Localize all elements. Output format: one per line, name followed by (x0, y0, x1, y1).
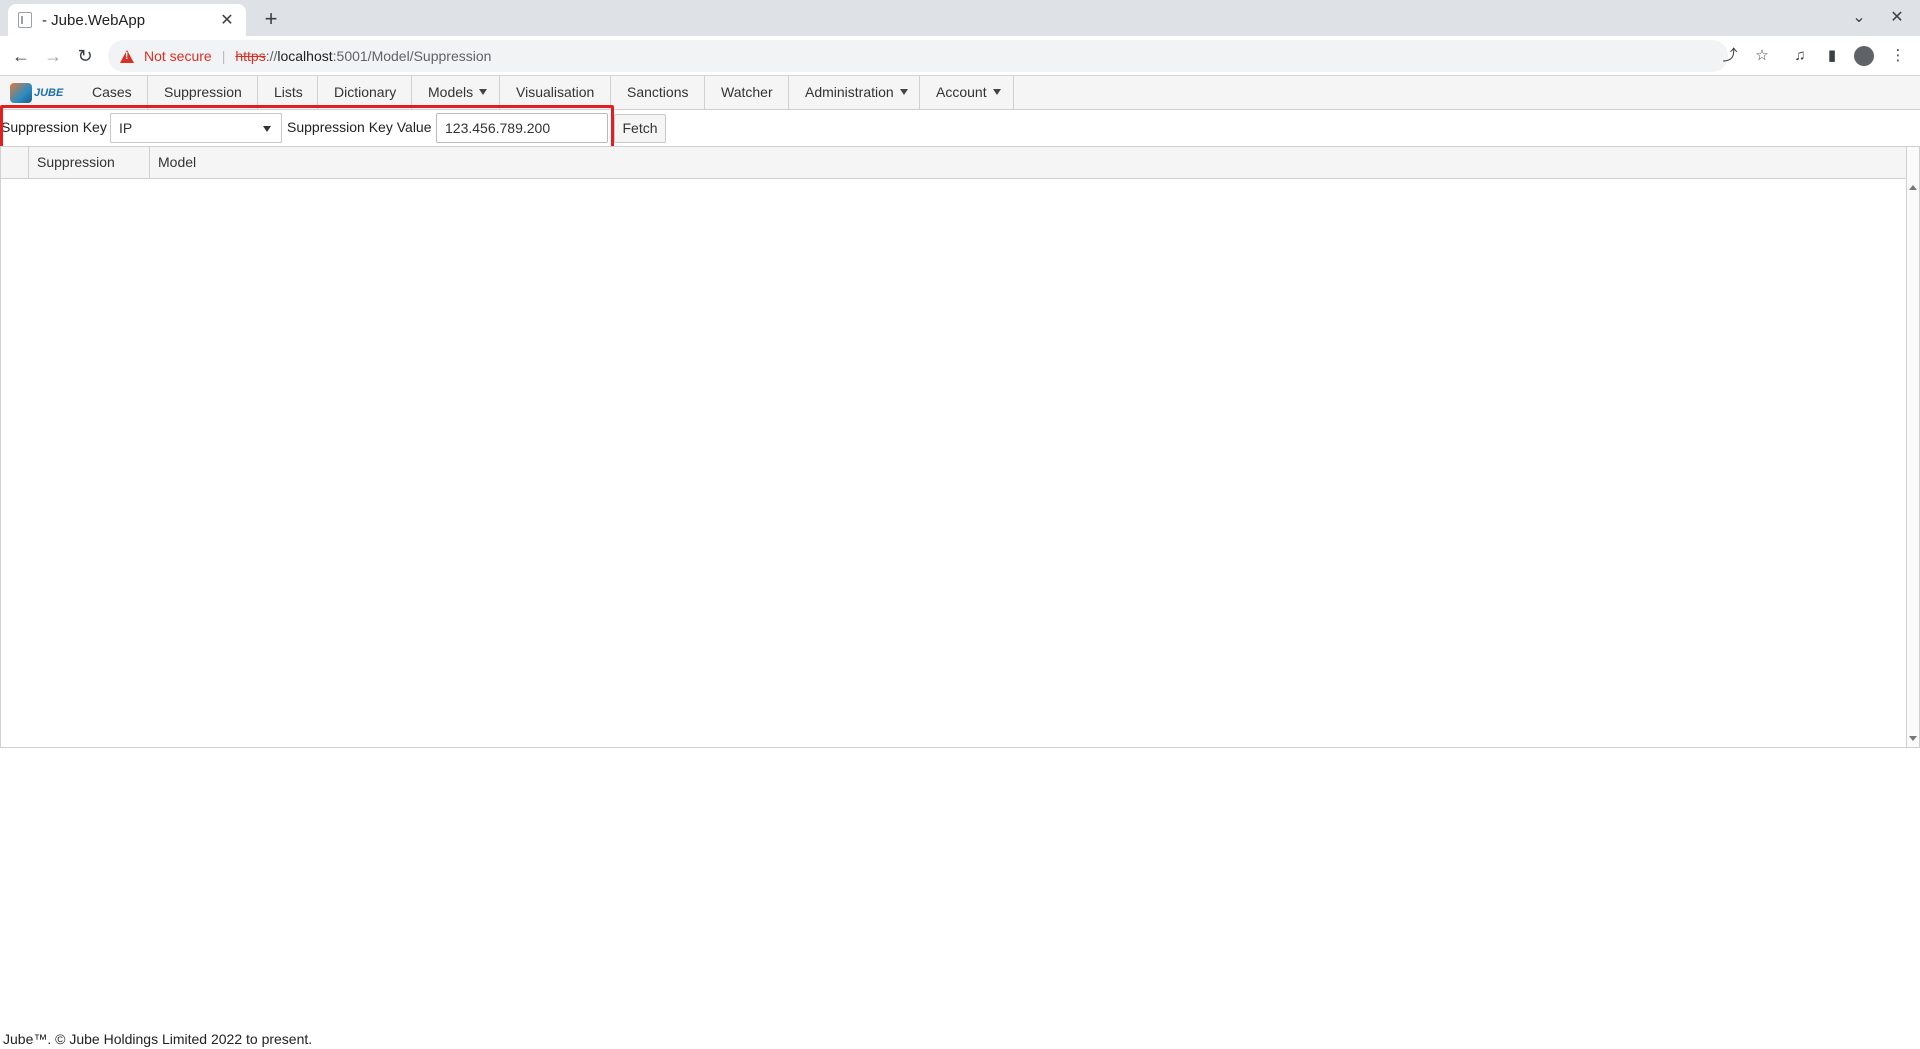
menu-label: Dictionary (334, 84, 397, 100)
profile-avatar-icon[interactable] (1854, 46, 1874, 66)
url-host: localhost (277, 48, 333, 64)
suppression-key-value-input[interactable] (436, 113, 608, 143)
security-status[interactable]: Not secure (144, 48, 212, 64)
fetch-button[interactable]: Fetch (614, 114, 666, 143)
menu-label: Watcher (721, 84, 773, 100)
address-bar[interactable]: Not secure | https://localhost:5001/Mode… (108, 40, 1728, 72)
menu-label: Cases (92, 84, 132, 100)
window-close-icon[interactable]: ✕ (1884, 6, 1910, 30)
menu-label: Models (428, 84, 474, 100)
suppression-key-label: Suppression Key (1, 119, 107, 135)
menu-label: Account (936, 84, 987, 100)
column-suppression[interactable]: Suppression (29, 147, 150, 178)
page-footer: Jube™. © Jube Holdings Limited 2022 to p… (3, 1031, 313, 1047)
grid-scrollbar[interactable] (1906, 147, 1919, 747)
forward-icon[interactable]: → (40, 43, 66, 69)
suppression-grid: Suppression Model (0, 146, 1920, 748)
page-icon (18, 12, 32, 28)
menu-account[interactable]: Account (920, 76, 1014, 109)
menu-label: Administration (805, 84, 894, 100)
chevron-down-icon (263, 126, 271, 132)
url-scheme-separator: :// (265, 48, 278, 64)
address-separator: | (221, 48, 226, 64)
caret-down-icon (479, 89, 488, 96)
scroll-down-icon[interactable] (1909, 736, 1917, 741)
browser-tabstrip: - Jube.WebApp ✕ + ⌄ ✕ (0, 0, 1920, 36)
menu-cases[interactable]: Cases (76, 76, 148, 109)
menu-watcher[interactable]: Watcher (705, 76, 789, 109)
logo-text: JUBE (34, 87, 64, 99)
menu-sanctions[interactable]: Sanctions (611, 76, 705, 109)
column-model[interactable]: Model (150, 147, 1907, 178)
menu-label: Visualisation (516, 84, 595, 100)
menu-dictionary[interactable]: Dictionary (318, 76, 412, 109)
media-icon[interactable]: ♫ (1788, 44, 1812, 68)
menu-label: Lists (274, 84, 303, 100)
share-icon[interactable]: ⤴ (1718, 44, 1742, 68)
suppression-key-selected: IP (119, 120, 133, 136)
chevron-down-icon[interactable]: ⌄ (1846, 6, 1872, 30)
side-panel-icon[interactable]: ▮ (1820, 44, 1844, 68)
caret-down-icon (899, 89, 908, 96)
browser-toolbar: ← → ↻ Not secure | https://localhost:500… (0, 36, 1920, 76)
grid-header: Suppression Model (1, 147, 1907, 179)
suppression-filter-bar: Suppression Key IP Suppression Key Value… (0, 110, 1920, 146)
menu-suppression[interactable]: Suppression (148, 76, 258, 109)
menu-visualisation[interactable]: Visualisation (500, 76, 611, 109)
caret-down-icon (992, 89, 1001, 96)
jube-logo[interactable]: JUBE (10, 82, 66, 104)
new-tab-button[interactable]: + (258, 6, 284, 32)
suppression-key-select[interactable]: IP (110, 113, 282, 143)
tab-close-icon[interactable]: ✕ (218, 10, 236, 30)
grid-select-column[interactable] (1, 147, 29, 178)
browser-tab[interactable]: - Jube.WebApp ✕ (8, 4, 246, 36)
menu-lists[interactable]: Lists (258, 76, 318, 109)
logo-icon (10, 83, 32, 103)
menu-models[interactable]: Models (412, 76, 500, 109)
url-scheme: https (235, 48, 266, 64)
back-icon[interactable]: ← (8, 43, 34, 69)
url-path: :5001/Model/Suppression (332, 48, 492, 64)
warning-icon (120, 49, 134, 63)
app-nav-menu: JUBE Cases Suppression Lists Dictionary … (0, 76, 1920, 110)
menu-label: Suppression (164, 84, 242, 100)
bookmark-star-icon[interactable]: ☆ (1750, 44, 1774, 68)
more-menu-icon[interactable]: ⋮ (1886, 44, 1910, 68)
menu-label: Sanctions (627, 84, 689, 100)
scroll-up-icon[interactable] (1909, 185, 1917, 190)
reload-icon[interactable]: ↻ (72, 43, 98, 69)
suppression-key-value-label: Suppression Key Value (287, 119, 432, 135)
tab-title: - Jube.WebApp (42, 11, 146, 29)
menu-administration[interactable]: Administration (789, 76, 920, 109)
